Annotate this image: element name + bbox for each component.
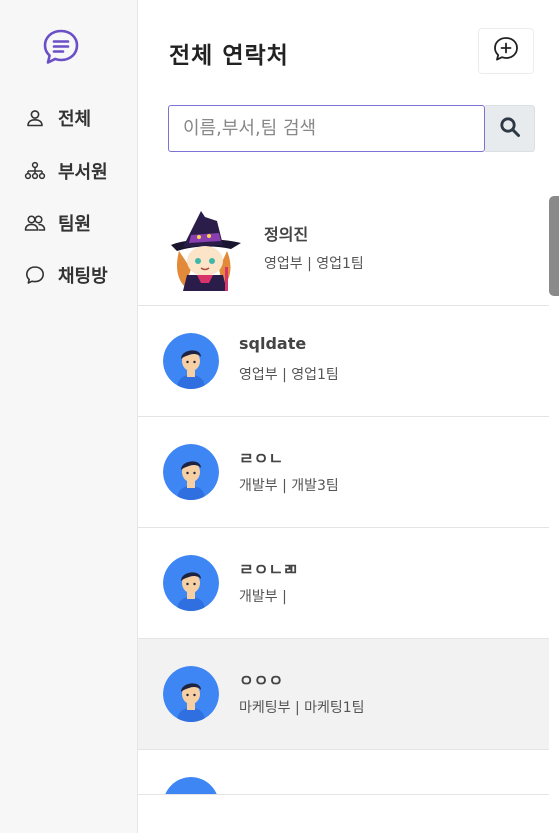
contact-row[interactable] xyxy=(138,750,549,795)
contact-name: sqldate xyxy=(239,334,307,353)
sidebar-item-team[interactable]: 팀원 xyxy=(24,208,91,238)
scrollbar-thumb[interactable] xyxy=(549,196,559,296)
default-user-avatar xyxy=(163,555,219,611)
sidebar-item-label: 팀원 xyxy=(58,214,92,235)
contact-department: 영업부 | 영업1팀 xyxy=(264,256,364,272)
contact-name: 정의진 xyxy=(264,225,309,244)
sidebar-item-chatroom[interactable]: 채팅방 xyxy=(24,260,108,290)
sidebar-item-label: 채팅방 xyxy=(58,266,108,287)
contact-row[interactable]: ㄹㅇㄴㄻ 개발부 | xyxy=(138,528,549,639)
contact-department: 개발부 | 개발3팀 xyxy=(239,478,339,494)
contact-department: 영업부 | 영업1팀 xyxy=(239,367,339,383)
sidebar-item-department[interactable]: 부서원 xyxy=(24,156,108,186)
org-chart-icon xyxy=(24,160,46,182)
default-user-avatar xyxy=(163,777,219,794)
contact-name: ㄹㅇㄴㄻ xyxy=(239,560,298,579)
search-button[interactable] xyxy=(485,105,535,152)
sidebar: 전체 부서원 팀원 채팅방 xyxy=(0,0,138,833)
contact-name: ㄹㅇㄴ xyxy=(239,449,284,468)
chat-icon xyxy=(24,264,46,286)
contact-name: ㅇㅇㅇ xyxy=(239,671,284,690)
contacts-panel: 전체 연락처 이름,부서,팀 검색 정의진 영업부 | 영업1팀 sqldate… xyxy=(138,0,559,833)
page-title: 전체 연락처 xyxy=(169,43,289,69)
default-user-avatar xyxy=(163,666,219,722)
default-user-avatar xyxy=(163,444,219,500)
chat-bubble-icon[interactable] xyxy=(42,28,80,66)
sidebar-item-label: 부서원 xyxy=(58,162,108,183)
custom-character-avatar xyxy=(165,209,245,291)
contact-row[interactable]: ㅇㅇㅇ 마케팅부 | 마케팅1팀 xyxy=(138,639,549,750)
add-chat-button[interactable] xyxy=(478,28,534,74)
plus-bubble-icon xyxy=(492,35,520,67)
contact-row[interactable]: ㄹㅇㄴ 개발부 | 개발3팀 xyxy=(138,417,549,528)
contact-department: 개발부 | xyxy=(239,589,287,605)
contact-row[interactable]: 정의진 영업부 | 영업1팀 xyxy=(138,195,549,306)
sidebar-item-all[interactable]: 전체 xyxy=(24,103,91,133)
sidebar-item-label: 전체 xyxy=(58,109,92,130)
default-user-avatar xyxy=(163,333,219,389)
people-icon xyxy=(24,212,46,234)
person-icon xyxy=(24,107,46,129)
contact-department: 마케팅부 | 마케팅1팀 xyxy=(239,700,365,716)
contact-list: 정의진 영업부 | 영업1팀 sqldate 영업부 | 영업1팀 ㄹㅇㄴ 개발… xyxy=(138,195,549,795)
contact-row[interactable]: sqldate 영업부 | 영업1팀 xyxy=(138,306,549,417)
search-input[interactable] xyxy=(168,105,485,152)
search-icon xyxy=(499,116,521,142)
